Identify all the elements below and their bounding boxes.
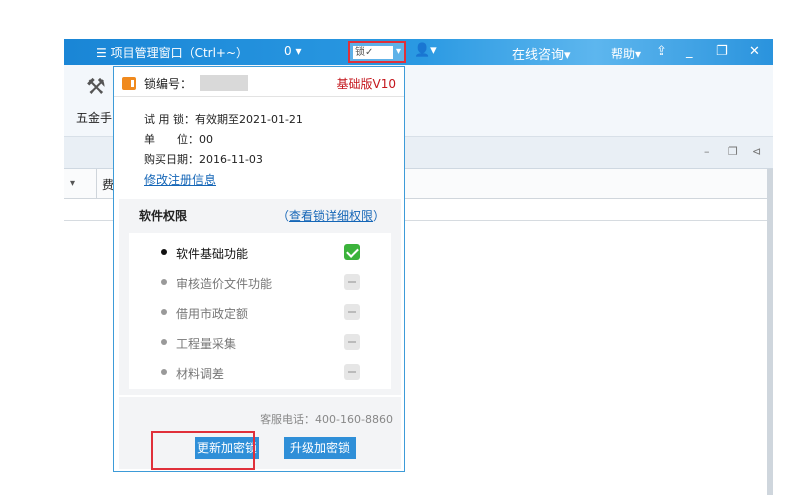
chevron-down-icon[interactable]: ▾ bbox=[70, 178, 75, 189]
view-permissions-label: 查看锁详细权限 bbox=[289, 209, 374, 223]
permission-label: 软件基础功能 bbox=[176, 247, 249, 261]
collapse-icon[interactable]: ⊲ bbox=[752, 145, 761, 158]
unit-info: 单 位：00 bbox=[144, 133, 213, 146]
list-item: 软件基础功能 bbox=[129, 237, 391, 267]
lock-number-label: 锁编号： bbox=[144, 77, 193, 91]
restore-icon[interactable]: ❐ bbox=[716, 44, 728, 59]
lock-value: 锁✓ bbox=[353, 46, 393, 59]
trial-info: 试 用 锁：有效期至2021-01-21 bbox=[144, 113, 303, 126]
title-bar: ☰ 项目管理窗口（Ctrl+~） 0 ▾ 锁✓ ▾ 👤▾ 在线咨询▾ 帮助▾ ⇪… bbox=[64, 39, 773, 65]
lock-number-redacted bbox=[200, 75, 248, 91]
bullet-icon bbox=[161, 279, 167, 285]
list-item: 审核造价文件功能 bbox=[129, 267, 391, 297]
permission-label: 借用市政定额 bbox=[176, 307, 249, 321]
minus-icon bbox=[344, 274, 360, 290]
support-phone: 客服电话：400-160-8860 bbox=[260, 413, 393, 426]
edit-registration-link[interactable]: 修改注册信息 bbox=[144, 171, 216, 188]
upload-icon[interactable]: ⇪ bbox=[656, 44, 667, 59]
help-menu[interactable]: 帮助▾ bbox=[611, 45, 641, 62]
upgrade-lock-button[interactable]: 升级加密锁 bbox=[284, 437, 356, 459]
permission-label: 工程量采集 bbox=[176, 337, 237, 351]
restore-icon[interactable]: ❐ bbox=[728, 145, 738, 158]
minus-icon bbox=[344, 304, 360, 320]
lock-dropdown[interactable]: 锁✓ ▾ bbox=[348, 41, 406, 63]
lock-icon bbox=[122, 77, 136, 90]
check-icon bbox=[344, 244, 360, 260]
bullet-icon bbox=[161, 309, 167, 315]
minus-icon bbox=[344, 334, 360, 350]
chevron-down-icon: ▾ bbox=[395, 46, 401, 57]
minimize-icon[interactable]: – bbox=[704, 145, 710, 158]
minimize-icon[interactable]: _ bbox=[686, 44, 693, 59]
online-consult-button[interactable]: 在线咨询▾ bbox=[512, 44, 571, 63]
zero-dropdown[interactable]: 0 ▾ bbox=[284, 44, 301, 58]
permission-label: 审核造价文件功能 bbox=[176, 277, 273, 291]
project-window-menu[interactable]: ☰ 项目管理窗口（Ctrl+~） bbox=[96, 44, 248, 61]
divider bbox=[114, 96, 404, 97]
list-item: 材料调差 bbox=[129, 357, 391, 387]
wrench-hammer-icon[interactable]: ⚒ bbox=[86, 75, 106, 100]
purchase-date-info: 购买日期：2016-11-03 bbox=[144, 153, 263, 166]
bullet-icon bbox=[161, 339, 167, 345]
permissions-list: 软件基础功能 审核造价文件功能 借用市政定额 工程量采集 材料调差 bbox=[129, 233, 391, 389]
list-item: 工程量采集 bbox=[129, 327, 391, 357]
permissions-title: 软件权限 bbox=[139, 209, 188, 223]
close-icon[interactable]: ✕ bbox=[749, 44, 760, 59]
minus-icon bbox=[344, 364, 360, 380]
tool-label[interactable]: 五金手 bbox=[76, 109, 112, 126]
user-icon[interactable]: 👤▾ bbox=[414, 43, 437, 58]
permission-label: 材料调差 bbox=[176, 367, 225, 381]
edition-badge: 基础版V10 bbox=[336, 77, 396, 91]
lock-info-popup: 锁编号： 基础版V10 试 用 锁：有效期至2021-01-21 单 位：00 … bbox=[113, 66, 405, 472]
highlight-box bbox=[151, 431, 255, 470]
permissions-panel: 软件权限 （查看锁详细权限） 软件基础功能 审核造价文件功能 借用市政定额 工程… bbox=[119, 199, 401, 395]
scrollbar[interactable] bbox=[767, 169, 773, 495]
list-item: 借用市政定额 bbox=[129, 297, 391, 327]
bullet-icon bbox=[161, 369, 167, 375]
view-permissions-link[interactable]: （查看锁详细权限） bbox=[277, 207, 385, 224]
bullet-icon bbox=[161, 249, 167, 255]
